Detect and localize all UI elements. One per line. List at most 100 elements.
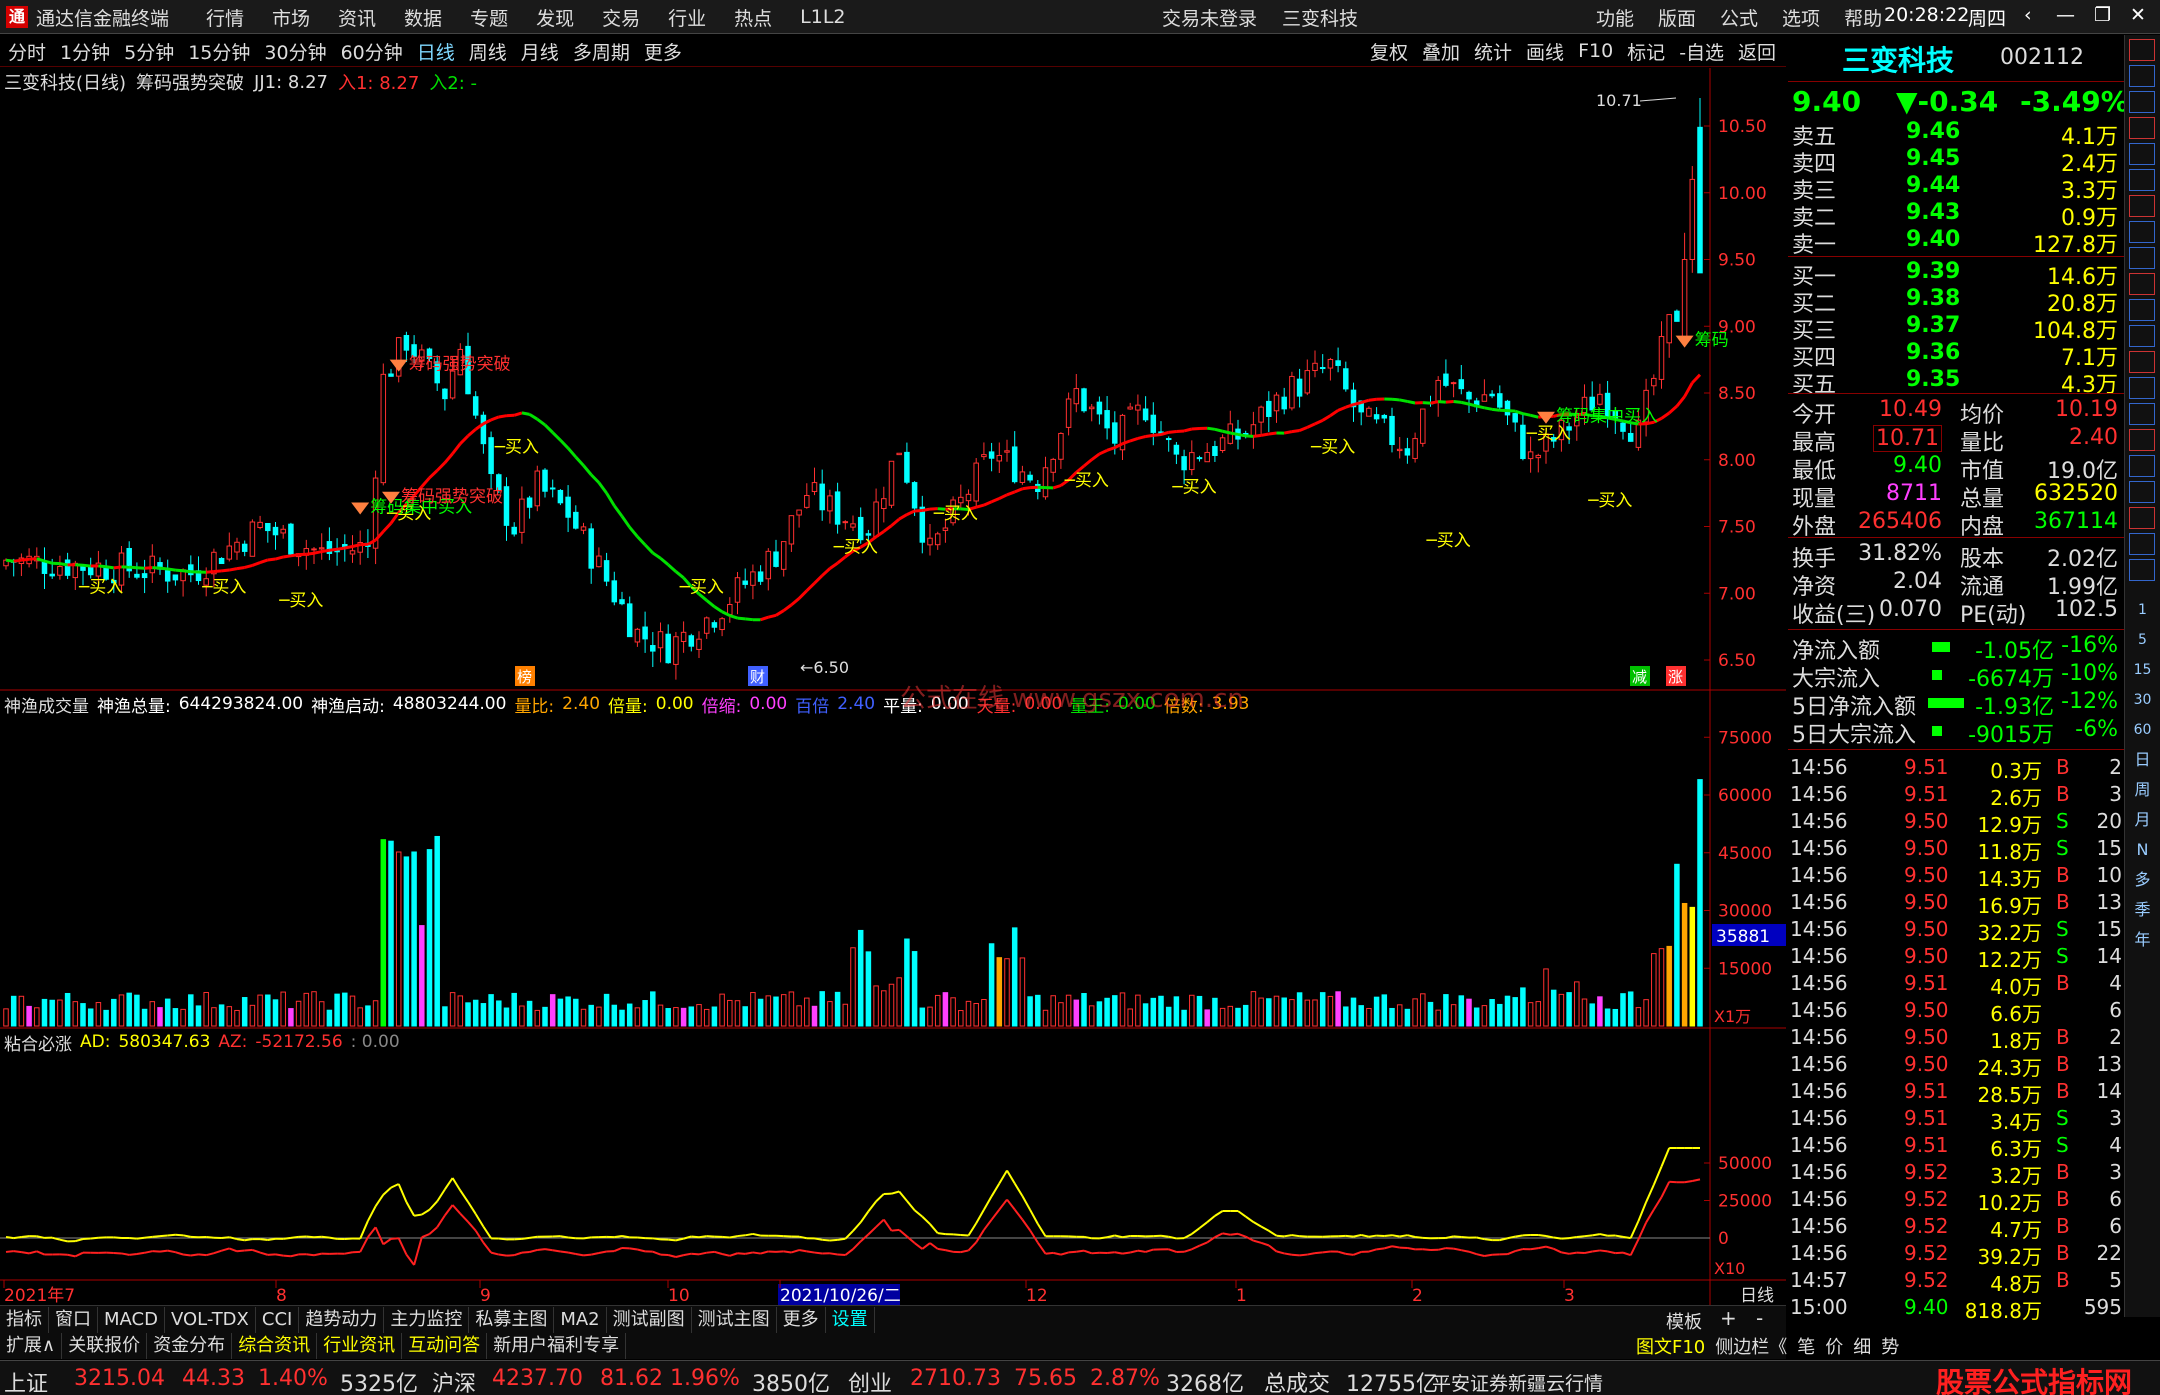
plus-icon[interactable]: + — [1720, 1306, 1737, 1330]
chart-icon[interactable] — [2129, 195, 2155, 217]
period-0[interactable]: 分时 — [8, 38, 46, 65]
menu-item-6[interactable]: 交易 — [602, 4, 640, 31]
indicator-tab-7[interactable]: 私募主图 — [469, 1306, 555, 1333]
grid-icon[interactable] — [2129, 169, 2155, 191]
template-button[interactable]: 模板 — [1666, 1308, 1702, 1334]
sell-level[interactable]: 卖二 9.43 0.9万 — [1788, 200, 2124, 231]
buy-level[interactable]: 买一 9.39 14.6万 — [1788, 259, 2124, 290]
right-tab-0[interactable]: 图文F10 — [1636, 1333, 1705, 1359]
indicator-name[interactable]: 筹码强势突破 — [136, 69, 244, 95]
indicator-tab-12[interactable]: 设置 — [826, 1306, 875, 1333]
tool-4[interactable]: F10 — [1578, 40, 1613, 62]
detail-icon[interactable] — [2129, 247, 2155, 269]
menu-item-2[interactable]: 资讯 — [338, 4, 376, 31]
vol-title[interactable]: 神渔成交量 — [4, 692, 89, 717]
rsi-icon[interactable] — [2129, 429, 2155, 451]
indicator-tab-10[interactable]: 测试主图 — [692, 1306, 777, 1333]
fs-icon[interactable] — [2129, 533, 2155, 555]
period-3[interactable]: 15分钟 — [188, 38, 250, 65]
side-period-5[interactable]: 季 — [2125, 895, 2160, 925]
side-period-4[interactable]: 多 — [2125, 865, 2160, 895]
right-menu-item-1[interactable]: 版面 — [1658, 4, 1696, 31]
collapse-icon[interactable] — [2129, 39, 2155, 61]
bottom-tab-3[interactable]: 综合资讯 — [232, 1333, 318, 1359]
right-menu-item-3[interactable]: 选项 — [1782, 4, 1820, 31]
book-icon[interactable] — [2129, 143, 2155, 165]
tool-7[interactable]: 返回 — [1738, 38, 1776, 65]
settings-icon[interactable] — [2129, 377, 2155, 399]
right-tab-4[interactable]: 细 — [1853, 1333, 1871, 1359]
tool-3[interactable]: 画线 — [1526, 38, 1564, 65]
menu-item-4[interactable]: 专题 — [470, 4, 508, 31]
indicator-tab-2[interactable]: MACD — [98, 1306, 165, 1333]
tool-0[interactable]: 复权 — [1370, 38, 1408, 65]
indicator-tab-9[interactable]: 测试副图 — [607, 1306, 692, 1333]
indicator-tab-6[interactable]: 主力监控 — [384, 1306, 470, 1333]
indicator-tab-1[interactable]: 窗口 — [49, 1306, 98, 1333]
side-period-2[interactable]: 月 — [2125, 805, 2160, 835]
bottom-tab-2[interactable]: 资金分布 — [147, 1333, 233, 1359]
menu-item-0[interactable]: 行情 — [206, 4, 244, 31]
osc-title[interactable]: 粘合必涨 — [4, 1030, 72, 1055]
sell-level[interactable]: 卖五 9.46 4.1万 — [1788, 119, 2124, 150]
period-9[interactable]: 多周期 — [573, 38, 630, 65]
right-menu-item-0[interactable]: 功能 — [1596, 4, 1634, 31]
menu-item-8[interactable]: 热点 — [734, 4, 772, 31]
right-tab-3[interactable]: 价 — [1825, 1333, 1843, 1359]
list-icon[interactable] — [2129, 117, 2155, 139]
right-tab-2[interactable]: 笔 — [1797, 1333, 1815, 1359]
right-tab-5[interactable]: 势 — [1881, 1333, 1899, 1359]
right-tab-1[interactable]: 侧边栏《 — [1715, 1333, 1787, 1359]
menu-item-7[interactable]: 行业 — [668, 4, 706, 31]
minute-period-icon[interactable]: 1 — [2125, 595, 2160, 625]
period-2[interactable]: 5分钟 — [124, 38, 174, 65]
move-icon[interactable] — [2129, 481, 2155, 503]
menu-item-1[interactable]: 市场 — [272, 4, 310, 31]
f10-icon[interactable] — [2129, 273, 2155, 295]
indicator-tab-4[interactable]: CCI — [256, 1306, 300, 1333]
info-icon[interactable] — [2129, 299, 2155, 321]
sell-level[interactable]: 卖一 9.40 127.8万 — [1788, 227, 2124, 258]
tool-6[interactable]: -自选 — [1679, 38, 1724, 65]
indicator-tab-0[interactable]: 指标 — [0, 1306, 49, 1333]
menu-item-9[interactable]: L1L2 — [800, 6, 845, 28]
period-1[interactable]: 1分钟 — [60, 38, 110, 65]
side-period-0[interactable]: 日 — [2125, 745, 2160, 775]
minus-icon[interactable]: - — [1756, 1306, 1763, 1330]
sell-level[interactable]: 卖三 9.44 3.3万 — [1788, 173, 2124, 204]
indicator-tab-3[interactable]: VOL-TDX — [165, 1306, 256, 1333]
period-8[interactable]: 月线 — [521, 38, 559, 65]
tool-5[interactable]: 标记 — [1627, 38, 1665, 65]
period-6[interactable]: 日线 — [417, 38, 455, 65]
doc-icon[interactable] — [2129, 325, 2155, 347]
down-arrow-icon[interactable] — [2129, 91, 2155, 113]
bottom-tab-5[interactable]: 互动问答 — [402, 1333, 488, 1359]
tool-1[interactable]: 叠加 — [1422, 38, 1460, 65]
save-icon[interactable] — [2129, 559, 2155, 581]
side-period-6[interactable]: 年 — [2125, 925, 2160, 955]
period-10[interactable]: 更多 — [644, 38, 682, 65]
indicator-tab-5[interactable]: 趋势动力 — [299, 1306, 385, 1333]
indicator-tab-11[interactable]: 更多 — [777, 1306, 826, 1333]
bottom-tab-0[interactable]: 扩展∧ — [0, 1333, 63, 1359]
bottom-tab-1[interactable]: 关联报价 — [62, 1333, 148, 1359]
side-period-1[interactable]: 周 — [2125, 775, 2160, 805]
side-period-3[interactable]: N — [2125, 835, 2160, 865]
circle-icon[interactable] — [2129, 403, 2155, 425]
buy-level[interactable]: 买二 9.38 20.8万 — [1788, 286, 2124, 317]
pen-icon[interactable] — [2129, 507, 2155, 529]
back-icon[interactable]: ‹ — [2024, 4, 2032, 26]
chart-area[interactable]: 10.50 10.00 9.50 9.00 8.50 8.00 7.50 7.00 6.50 ─买… — [0, 68, 1786, 1317]
minimize-icon[interactable]: — — [2056, 4, 2075, 26]
buy-level[interactable]: 买四 9.36 7.1万 — [1788, 340, 2124, 371]
period-7[interactable]: 周线 — [469, 38, 507, 65]
trade-status[interactable]: 交易未登录 — [1162, 4, 1257, 31]
up-arrow-icon[interactable] — [2129, 65, 2155, 87]
minute-period-icon[interactable]: 60 — [2125, 715, 2160, 745]
close-icon[interactable]: ✕ — [2130, 4, 2146, 26]
kline-icon[interactable] — [2129, 221, 2155, 243]
menu-item-3[interactable]: 数据 — [404, 4, 442, 31]
period-4[interactable]: 30分钟 — [264, 38, 326, 65]
buy-level[interactable]: 买三 9.37 104.8万 — [1788, 313, 2124, 344]
period-5[interactable]: 60分钟 — [341, 38, 403, 65]
